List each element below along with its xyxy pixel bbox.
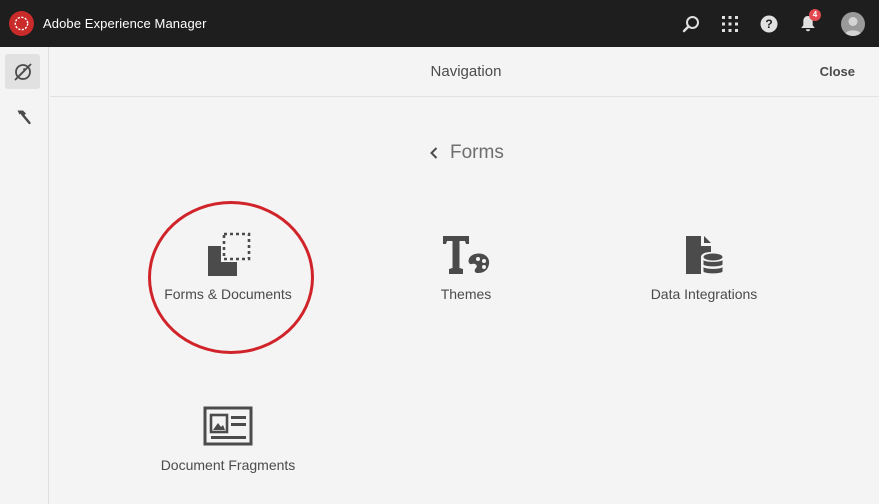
- user-avatar: [841, 11, 865, 36]
- shell-actions: ? 4: [671, 0, 879, 47]
- search-button[interactable]: [671, 0, 710, 47]
- chevron-left-icon: [430, 147, 438, 159]
- left-rail: [0, 47, 49, 504]
- rail-navigation-button[interactable]: [5, 54, 40, 89]
- back-to-forms-link[interactable]: Forms: [429, 140, 504, 166]
- rail-tools-button[interactable]: [5, 99, 40, 134]
- navigation-panel-header: Navigation Close: [50, 47, 879, 97]
- tile-themes[interactable]: Themes: [376, 231, 556, 302]
- panel-title: Navigation: [430, 63, 502, 80]
- notification-badge: 4: [809, 9, 821, 21]
- highlight-annotation-circle: [148, 201, 314, 354]
- svg-text:?: ?: [765, 17, 772, 31]
- tile-label: Data Integrations: [650, 286, 758, 302]
- tile-label: Document Fragments: [160, 457, 296, 473]
- apps-grid-icon: [721, 15, 738, 32]
- themes-icon: [443, 236, 490, 274]
- help-button[interactable]: ?: [749, 0, 788, 47]
- navigation-icon: [13, 62, 32, 81]
- app-title: Adobe Experience Manager: [43, 16, 207, 31]
- data-integrations-icon: [686, 236, 723, 274]
- close-button[interactable]: Close: [820, 47, 855, 97]
- aem-logo-icon: [9, 11, 34, 36]
- shell-header: Adobe Experience Manager ? 4: [0, 0, 879, 47]
- tile-document-fragments[interactable]: Document Fragments: [138, 402, 318, 473]
- document-fragments-icon: [203, 406, 253, 446]
- search-icon: [682, 15, 699, 32]
- brand[interactable]: Adobe Experience Manager: [9, 0, 207, 47]
- tile-label: Themes: [440, 286, 492, 302]
- user-menu-button[interactable]: [827, 0, 879, 47]
- tools-hammer-icon: [17, 110, 31, 124]
- help-icon: ?: [760, 15, 777, 32]
- tile-data-integrations[interactable]: Data Integrations: [614, 231, 794, 302]
- solutions-button[interactable]: [710, 0, 749, 47]
- back-label: Forms: [450, 142, 504, 163]
- notifications-button[interactable]: 4: [788, 0, 827, 47]
